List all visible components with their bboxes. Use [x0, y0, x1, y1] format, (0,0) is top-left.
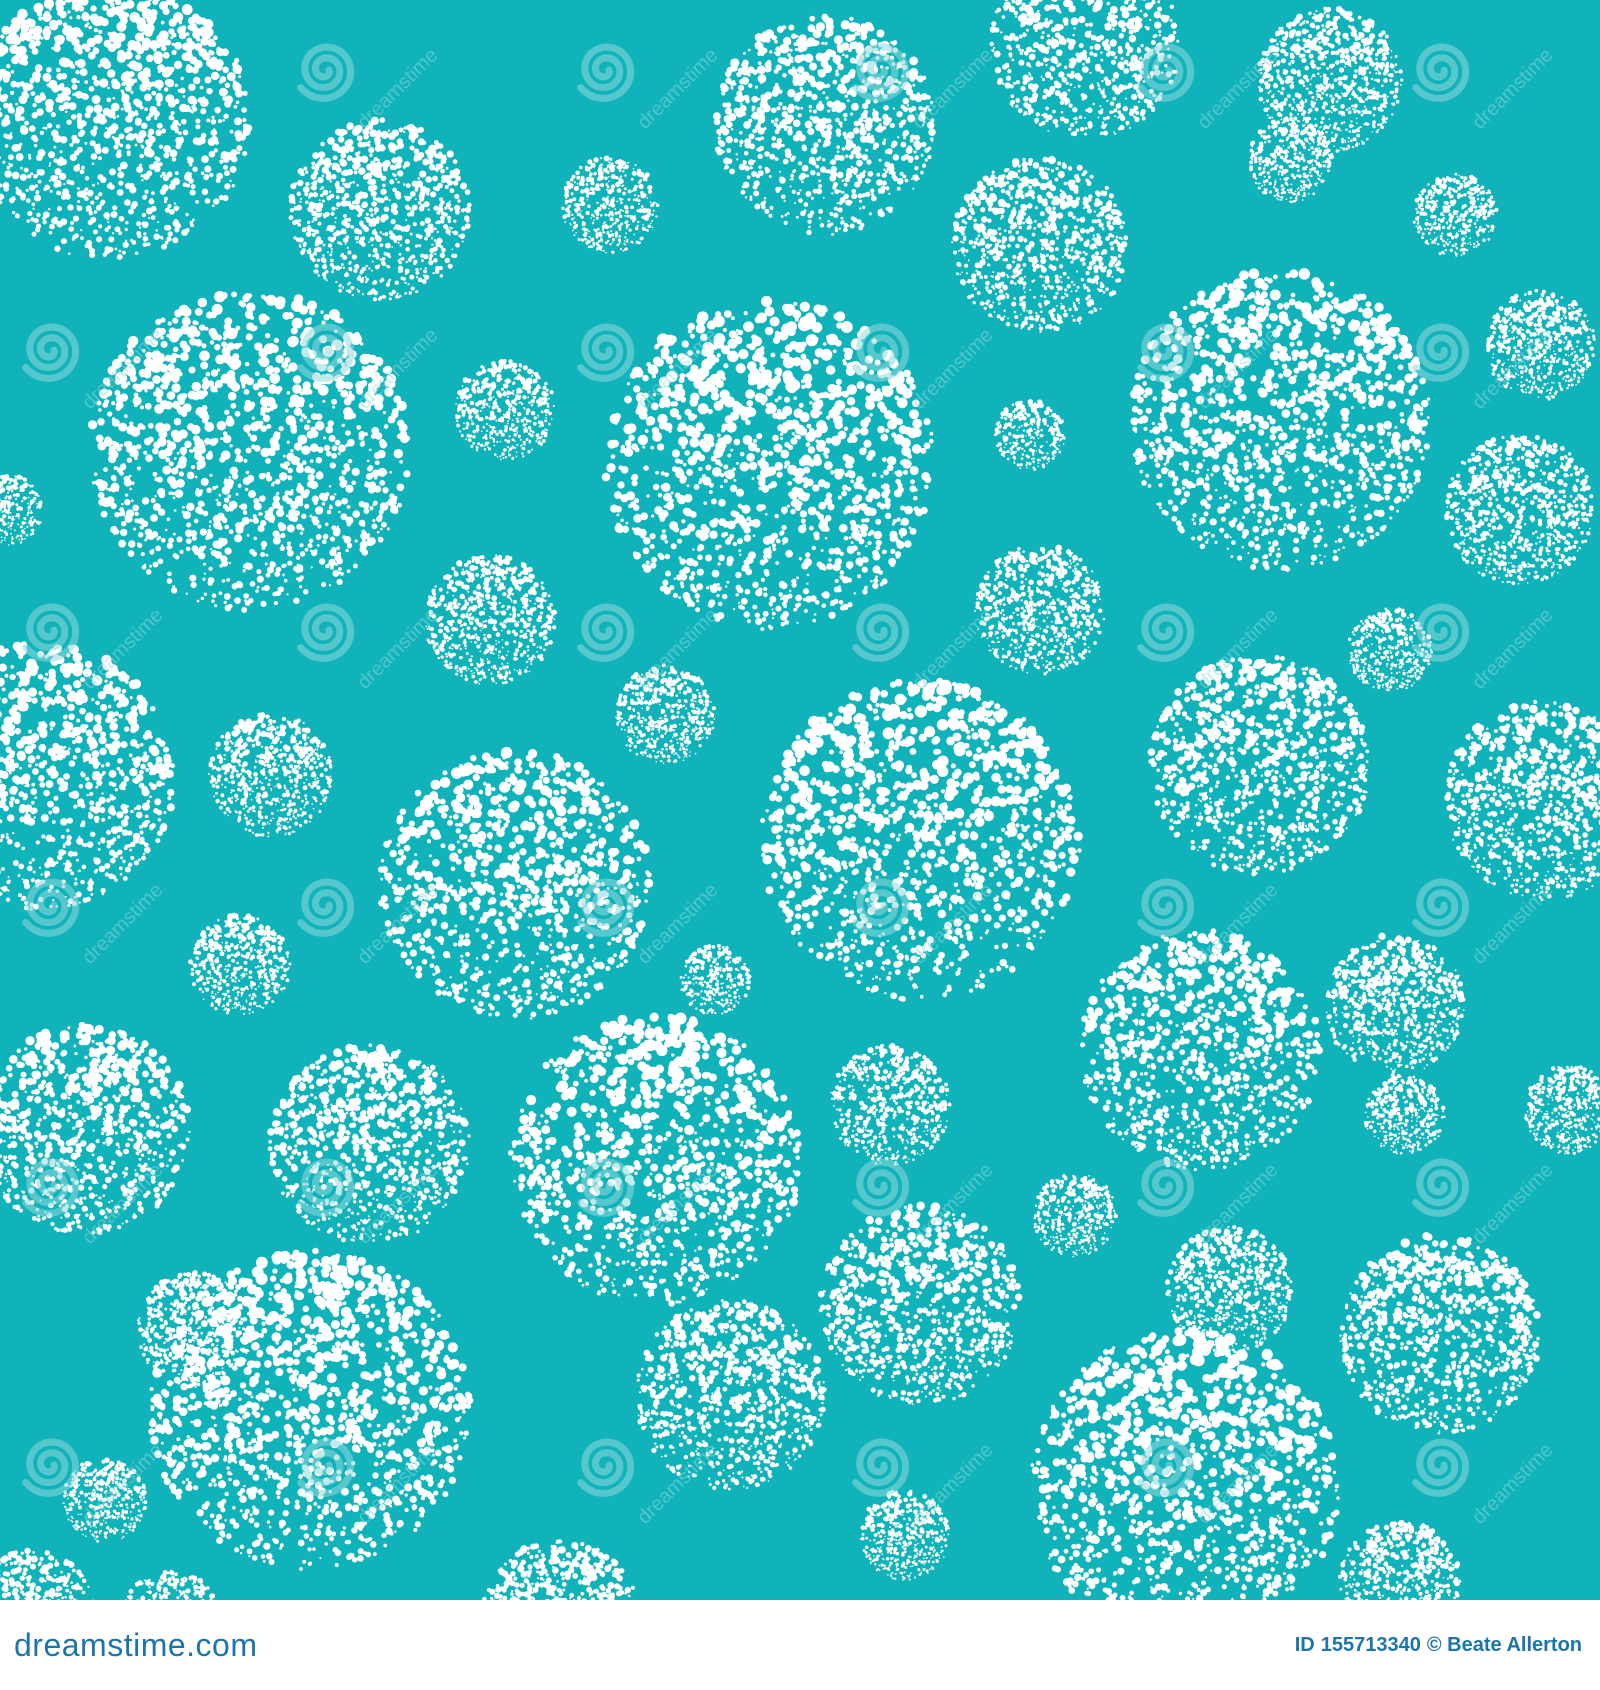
spiral-watermark-icon — [301, 1442, 351, 1493]
id-label: ID — [1295, 1634, 1315, 1657]
spiral-watermark-icon — [581, 327, 631, 378]
spiral-watermark-icon — [26, 607, 76, 658]
spiral-watermark-icon — [581, 1442, 631, 1493]
stock-image-frame: dreamstime dreamstime dreamstime dreamstime… — [0, 0, 1600, 1690]
spiral-watermark-icon — [856, 882, 906, 933]
author-credit[interactable]: © Beate Allerton — [1427, 1634, 1582, 1657]
spiral-watermark-icon — [856, 47, 906, 98]
spiral-watermark-icon — [1141, 327, 1191, 378]
spiral-watermark-icon — [26, 1442, 76, 1493]
spiral-watermark-icon — [1416, 327, 1466, 378]
spiral-watermark-icon — [581, 1162, 631, 1213]
spiral-watermark-icon — [301, 882, 351, 933]
spiral-watermark-icon — [856, 327, 906, 378]
spiral-watermark-icon — [1141, 47, 1191, 98]
spiral-watermark-icon — [301, 1162, 351, 1213]
spiral-watermark-icon — [1141, 1442, 1191, 1493]
spiral-watermark-icon — [301, 327, 351, 378]
spiral-watermark-icon — [26, 882, 76, 933]
spiral-watermark-icon — [26, 1162, 76, 1213]
spiral-watermark-icon — [1416, 882, 1466, 933]
spiral-watermark-icon — [1141, 1162, 1191, 1213]
spiral-watermark-icon — [581, 47, 631, 98]
spiral-watermark-icon — [301, 47, 351, 98]
spiral-watermark-icon — [581, 607, 631, 658]
spiral-watermark-icon — [1141, 882, 1191, 933]
spiral-watermark-icon — [1141, 607, 1191, 658]
spiral-watermark-icon — [581, 882, 631, 933]
spiral-watermark-icon — [856, 607, 906, 658]
image-id: 155713340 — [1321, 1634, 1421, 1657]
spiral-watermark-icon — [301, 607, 351, 658]
pattern-canvas: dreamstime dreamstime dreamstime dreamstime… — [0, 0, 1600, 1600]
spiral-watermark-icon — [26, 327, 76, 378]
spiral-watermark-icon — [856, 1162, 906, 1213]
brand-wordmark[interactable]: dreamstime.com — [14, 1627, 258, 1664]
spiral-watermark-icon — [1416, 1162, 1466, 1213]
stock-footer: dreamstime.com ID 155713340 © Beate Alle… — [0, 1600, 1600, 1690]
seamless-pattern: dreamstime dreamstime dreamstime dreamstime… — [0, 0, 1600, 1600]
spiral-watermark-icon — [856, 1442, 906, 1493]
spiral-watermark-icon — [1416, 1442, 1466, 1493]
spiral-watermark-icon — [1416, 47, 1466, 98]
footer-credit-area: ID 155713340 © Beate Allerton — [1295, 1634, 1582, 1657]
footer-brand-area: dreamstime.com — [14, 1627, 258, 1664]
spiral-watermark-icon — [1416, 607, 1466, 658]
